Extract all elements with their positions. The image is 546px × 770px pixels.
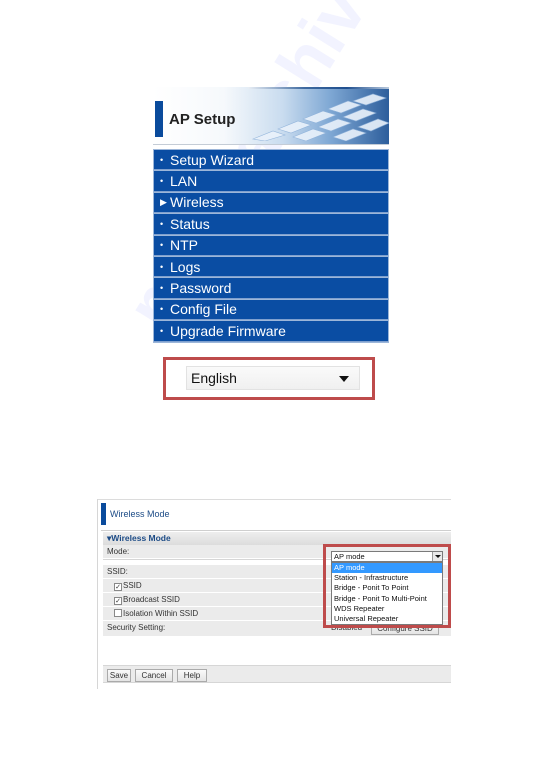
- arrow-right-icon: ▶: [160, 197, 167, 208]
- header-bottom-rule: [153, 144, 389, 145]
- bullet-icon: •: [160, 176, 164, 187]
- menu-item-label: Setup Wizard: [170, 151, 255, 168]
- panel-left-rule: [97, 499, 98, 689]
- language-highlight-box: English: [163, 357, 375, 400]
- section-title: Wireless Mode: [111, 533, 171, 543]
- divider: [101, 530, 451, 531]
- menu-item-lan[interactable]: • LAN: [154, 171, 388, 192]
- language-selected-value: English: [191, 370, 237, 386]
- menu-item-label: Status: [170, 215, 210, 232]
- cancel-button[interactable]: Cancel: [135, 669, 173, 682]
- menu-item-password[interactable]: • Password: [154, 278, 388, 299]
- check-icon: ✓: [115, 584, 121, 591]
- isolation-checkbox[interactable]: [114, 609, 122, 617]
- menu-item-setup-wizard[interactable]: • Setup Wizard: [154, 150, 388, 171]
- mode-label: Mode:: [107, 547, 130, 556]
- menu-item-config-file[interactable]: • Config File: [154, 299, 388, 321]
- menu-item-label: Upgrade Firmware: [170, 322, 286, 339]
- panel-accent-bar: [101, 503, 106, 525]
- help-button[interactable]: Help: [177, 669, 207, 682]
- menu-item-status[interactable]: • Status: [154, 214, 388, 235]
- bullet-icon: •: [160, 261, 164, 272]
- mode-options-list: AP mode Station - Infrastructure Bridge …: [331, 562, 443, 626]
- button-bar: Save Cancel Help: [103, 665, 451, 683]
- isolation-label: Isolation Within SSID: [123, 609, 199, 618]
- menu-item-label: Config File: [170, 301, 237, 318]
- menu-item-upgrade-firmware[interactable]: • Upgrade Firmware: [154, 321, 388, 342]
- ap-setup-title: AP Setup: [169, 111, 236, 128]
- bullet-icon: •: [160, 325, 164, 336]
- panel-header: Wireless Mode: [101, 502, 451, 526]
- mode-select[interactable]: AP mode: [331, 551, 443, 562]
- keyboard-banner-image: [251, 93, 389, 141]
- menu-item-wireless[interactable]: ▶ Wireless: [154, 192, 388, 214]
- bullet-icon: •: [160, 154, 164, 165]
- panel-top-rule: [97, 499, 451, 500]
- security-label: Security Setting:: [107, 623, 166, 632]
- page-title: Wireless Mode: [110, 509, 170, 519]
- mode-option-wds-repeater[interactable]: WDS Repeater: [332, 604, 442, 614]
- menu-item-label: Logs: [170, 258, 201, 275]
- header-accent-bar: [155, 101, 163, 137]
- bullet-icon: •: [160, 304, 164, 315]
- menu-item-label: Wireless: [170, 194, 224, 211]
- broadcast-ssid-label: Broadcast SSID: [123, 595, 180, 604]
- menu-item-label: NTP: [170, 237, 198, 254]
- ap-setup-header: AP Setup: [153, 87, 389, 145]
- menu-item-ntp[interactable]: • NTP: [154, 235, 388, 256]
- ap-setup-menu: • Setup Wizard • LAN ▶ Wireless • Status • NT…: [153, 149, 389, 343]
- mode-option-universal-repeater[interactable]: Universal Repeater: [332, 614, 442, 624]
- bullet-icon: •: [160, 283, 164, 294]
- mode-option-bridge-p2p[interactable]: Bridge - Ponit To Point: [332, 583, 442, 593]
- menu-item-label: LAN: [170, 173, 198, 190]
- mode-option-station[interactable]: Station - Infrastructure: [332, 573, 442, 583]
- broadcast-ssid-checkbox[interactable]: ✓: [114, 597, 122, 605]
- ssid-checkbox-label: SSID: [123, 581, 142, 590]
- chevron-down-icon[interactable]: [432, 552, 442, 561]
- mode-option-ap[interactable]: AP mode: [332, 563, 442, 574]
- save-button[interactable]: Save: [107, 669, 131, 682]
- bullet-icon: •: [160, 240, 164, 251]
- mode-option-bridge-p2mp[interactable]: Bridge - Ponit To Multi-Point: [332, 594, 442, 604]
- bullet-icon: •: [160, 218, 164, 229]
- language-select[interactable]: English: [186, 366, 360, 390]
- mode-selected-value: AP mode: [334, 552, 365, 561]
- check-icon: ✓: [115, 598, 121, 605]
- menu-item-label: Password: [170, 280, 232, 297]
- ssid-checkbox[interactable]: ✓: [114, 583, 122, 591]
- menu-item-logs[interactable]: • Logs: [154, 256, 388, 278]
- header-top-rule: [248, 87, 389, 89]
- ssid-label: SSID:: [107, 567, 128, 576]
- chevron-down-icon: [339, 376, 349, 382]
